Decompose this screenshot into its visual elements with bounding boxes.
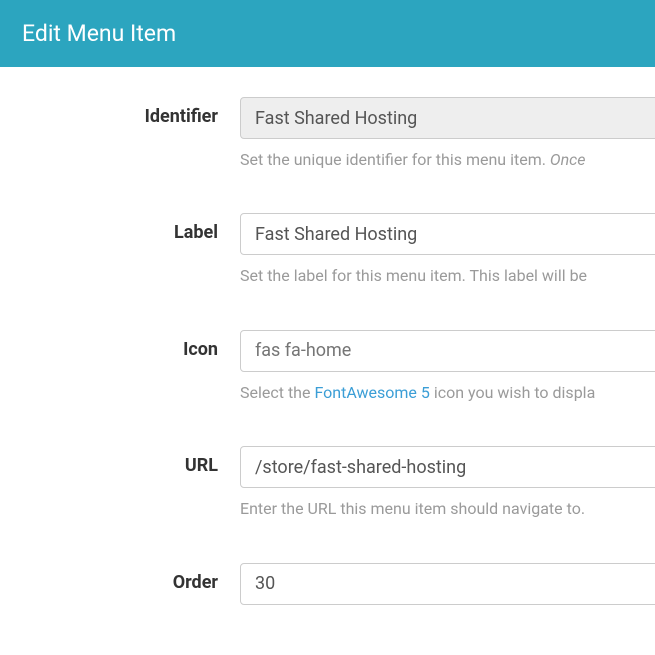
label-input[interactable] [240, 213, 655, 255]
row-icon: Icon Select the FontAwesome 5 icon you w… [0, 330, 655, 404]
help-icon: Select the FontAwesome 5 icon you wish t… [240, 382, 655, 404]
control-wrap-order [240, 563, 655, 605]
row-url: URL Enter the URL this menu item should … [0, 446, 655, 520]
control-wrap-identifier: Set the unique identifier for this menu … [240, 97, 655, 171]
icon-input[interactable] [240, 330, 655, 372]
help-url: Enter the URL this menu item should navi… [240, 498, 655, 520]
control-wrap-url: Enter the URL this menu item should navi… [240, 446, 655, 520]
form-area: Identifier Set the unique identifier for… [0, 67, 655, 605]
label-identifier: Identifier [0, 97, 240, 127]
fontawesome-link[interactable]: FontAwesome 5 [314, 383, 429, 402]
help-identifier: Set the unique identifier for this menu … [240, 149, 655, 171]
url-input[interactable] [240, 446, 655, 488]
identifier-input [240, 97, 655, 139]
help-label: Set the label for this menu item. This l… [240, 265, 655, 287]
label-icon: Icon [0, 330, 240, 360]
control-wrap-icon: Select the FontAwesome 5 icon you wish t… [240, 330, 655, 404]
control-wrap-label: Set the label for this menu item. This l… [240, 213, 655, 287]
label-url: URL [0, 446, 240, 476]
modal-title: Edit Menu Item [22, 20, 176, 47]
row-identifier: Identifier Set the unique identifier for… [0, 97, 655, 171]
row-label: Label Set the label for this menu item. … [0, 213, 655, 287]
label-order: Order [0, 563, 240, 593]
modal-header: Edit Menu Item [0, 0, 655, 67]
row-order: Order [0, 563, 655, 605]
label-label: Label [0, 213, 240, 243]
order-input[interactable] [240, 563, 655, 605]
